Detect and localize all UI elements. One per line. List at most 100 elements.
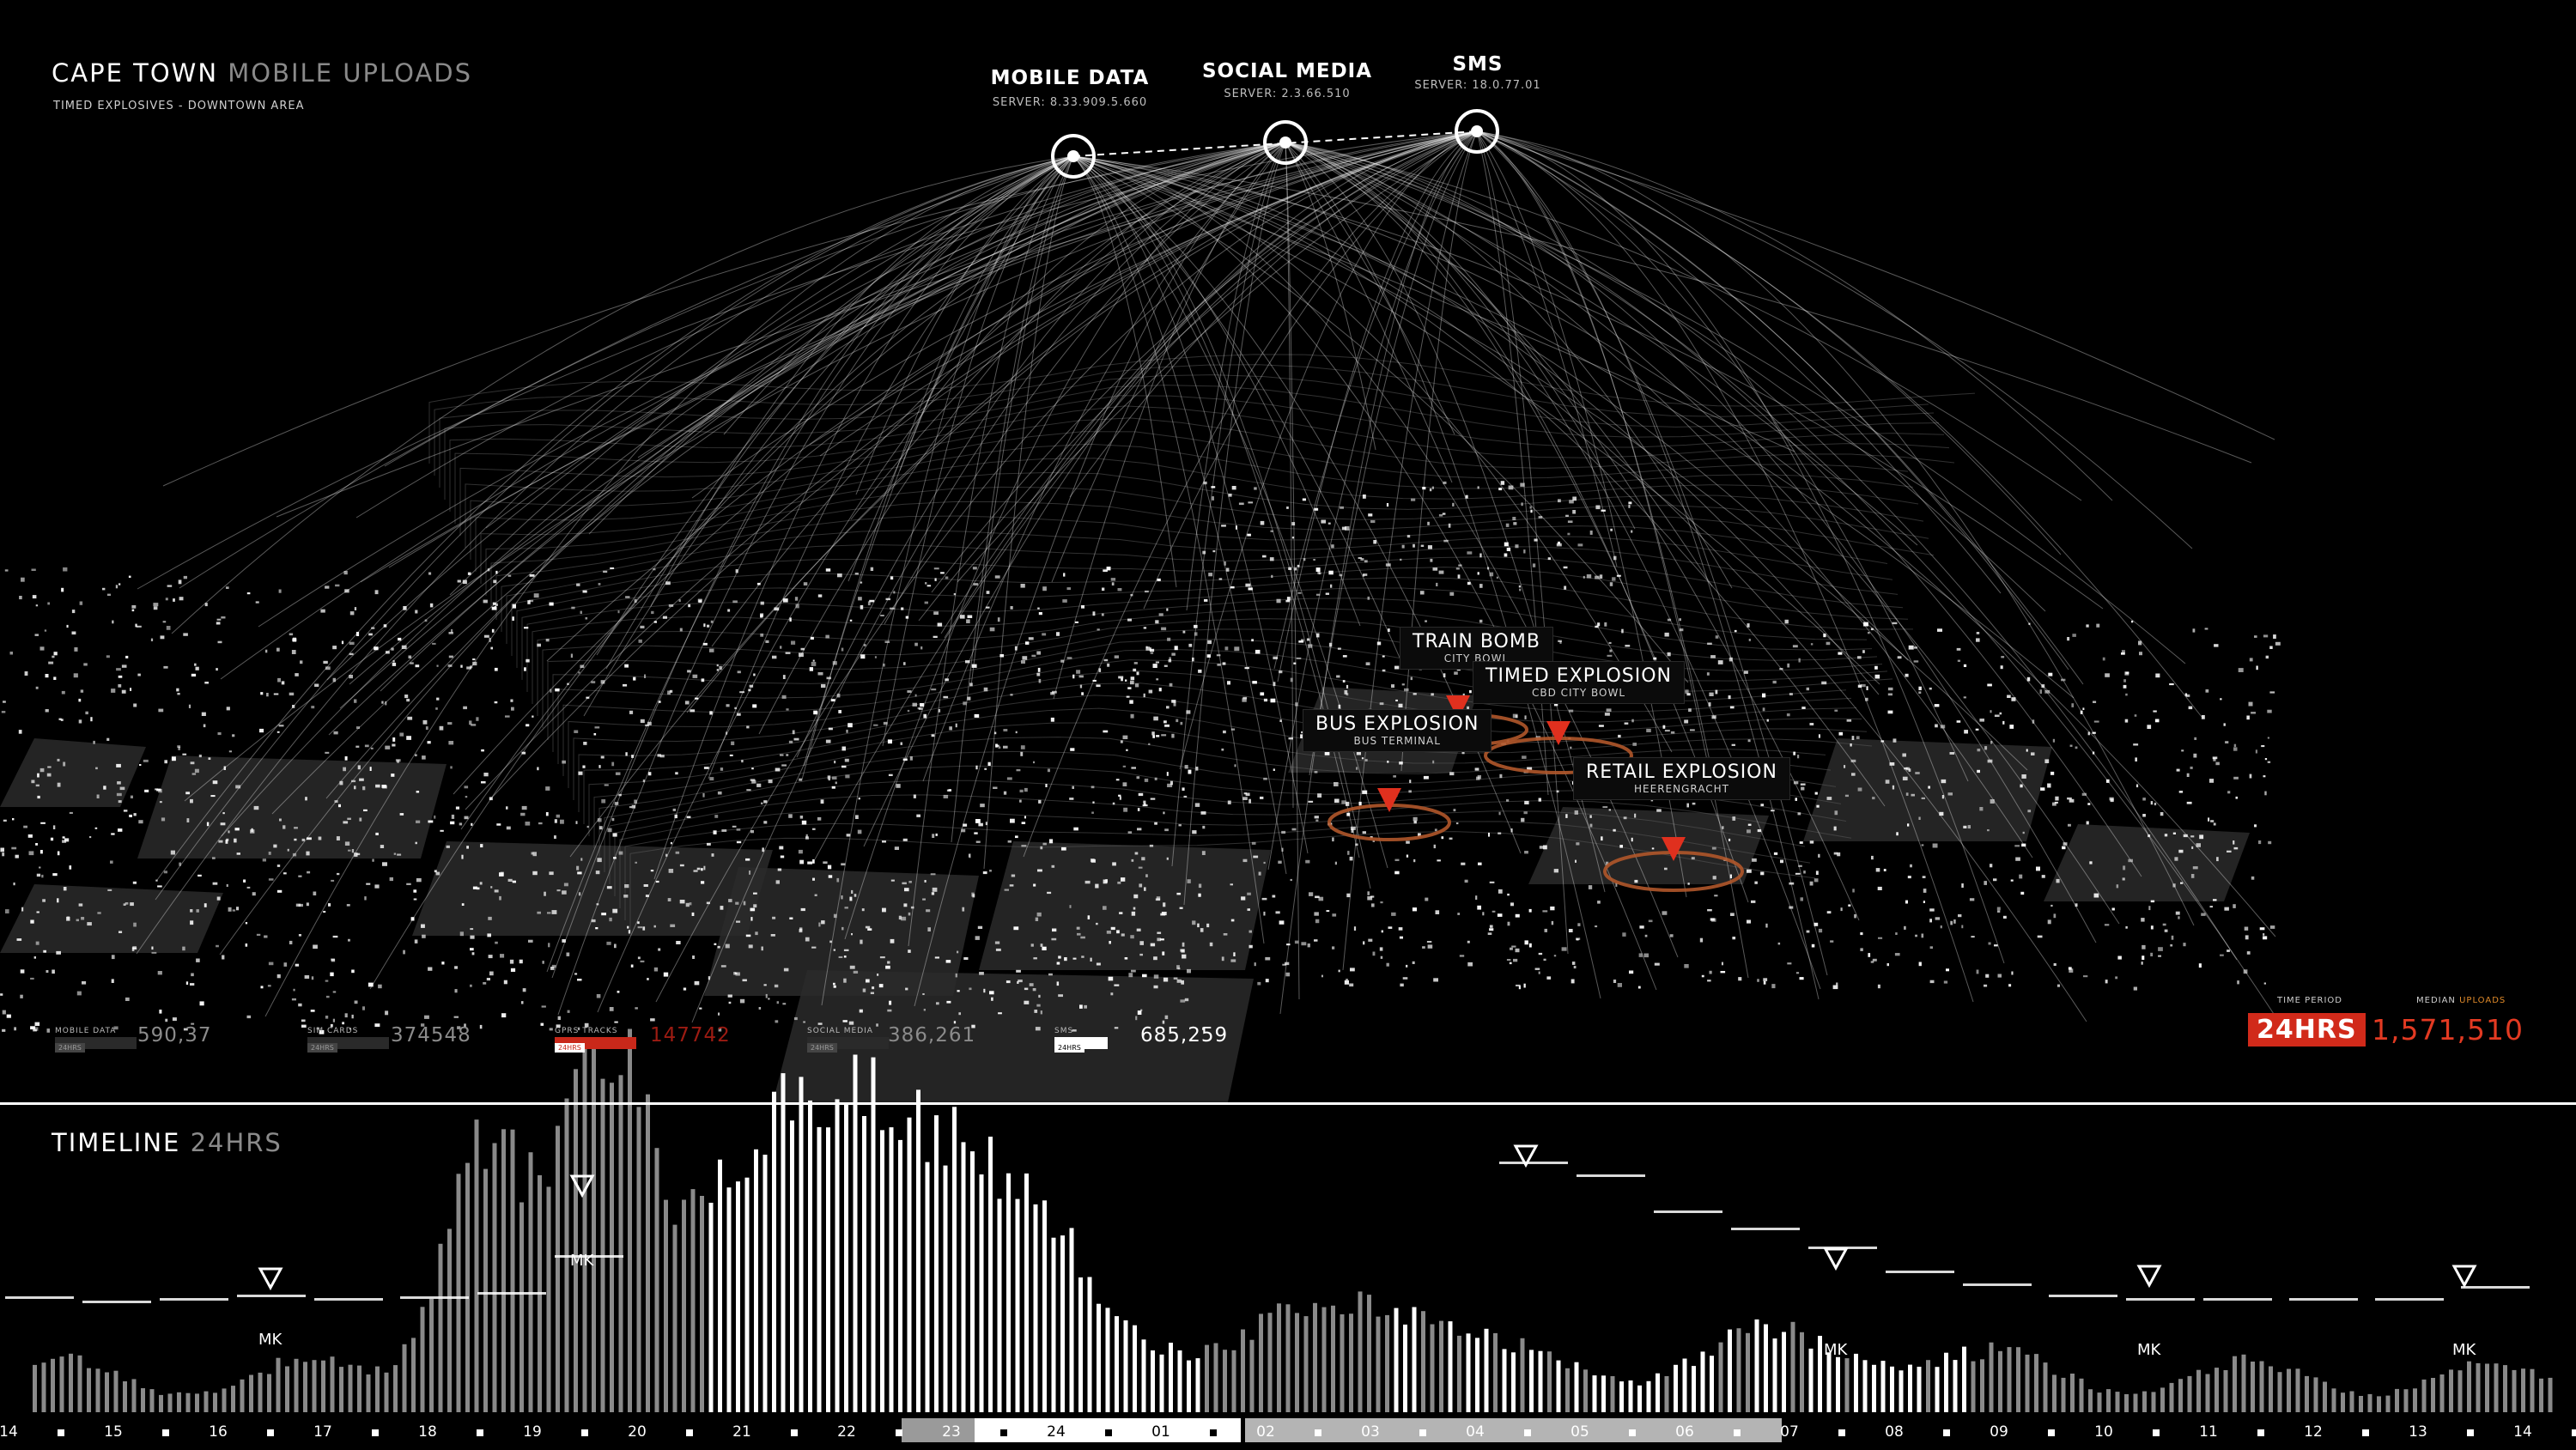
stat-mobile-data[interactable]: MOBILE DATA 24HRS [55,1027,137,1053]
timeline-bar [1385,1314,1389,1412]
stat-gprs-tracks[interactable]: GPRS TRACKS 24HRS [555,1027,636,1053]
timeline-bar [952,1107,957,1412]
city-light-dot [1612,577,1616,581]
city-light-dot [332,991,337,993]
city-light-dot [276,889,283,893]
city-light-dot [1452,502,1455,507]
city-light-dot [2251,876,2255,880]
city-light-dot [1571,979,1575,984]
city-light-dot [1811,943,1815,948]
timeline-hour-label[interactable]: 12 [2304,1423,2323,1441]
city-light-dot [1005,980,1011,984]
city-light-dot [1937,628,1942,632]
city-light-dot [827,775,831,780]
network-link-line [1279,130,1478,1015]
city-light-dot [459,931,464,937]
source-mobile-data-label[interactable]: MOBILE DATA [991,67,1150,89]
timeline-hour-label[interactable]: 02 [1256,1423,1275,1441]
city-light-dot [893,591,896,594]
city-light-dot [725,943,730,949]
timeline-hour-label[interactable]: 11 [2199,1423,2218,1441]
timeline-bar [213,1392,217,1412]
timeline-hour-label[interactable]: 04 [1466,1423,1485,1441]
city-light-dot [975,840,981,843]
city-light-dot [1613,980,1617,983]
timeline-hour-label[interactable]: 14 [2513,1423,2532,1441]
city-light-dot [1567,532,1571,536]
city-light-dot [216,944,219,948]
city-light-dot [1990,710,1992,713]
city-light-dot [630,964,634,968]
city-light-dot [1173,977,1178,980]
city-light-dot [2,852,5,857]
city-light-dot [116,763,121,767]
city-light-dot [555,688,560,692]
timeline-hour-label[interactable]: 20 [628,1423,647,1441]
source-social-media-label[interactable]: SOCIAL MEDIA [1202,60,1372,82]
city-light-dot [52,825,56,829]
stat-sms[interactable]: SMS 24HRS [1054,1027,1108,1053]
city-light-dot [1628,501,1632,505]
city-light-dot [191,773,197,775]
city-light-dot [2188,706,2193,710]
timeline-hour-label[interactable]: 01 [1151,1423,1170,1441]
timeline-hour-label[interactable]: 17 [313,1423,332,1441]
timeline-hour-label[interactable]: 14 [0,1423,18,1441]
city-light-dot [692,956,695,959]
incident-callout-retail-explosion[interactable]: RETAIL EXPLOSION HEERENGRACHT [1573,757,1790,800]
city-light-dot [1711,846,1716,850]
city-light-dot [890,879,895,882]
city-light-dot [1136,928,1141,931]
city-light-dot [399,813,404,816]
timeline-bar [1006,1173,1011,1412]
timeline-hour-label[interactable]: 07 [1780,1423,1799,1441]
city-light-dot [598,583,601,585]
city-light-dot [1370,519,1376,524]
city-light-dot [217,732,222,736]
timeline-hour-label[interactable]: 06 [1675,1423,1694,1441]
timeline-hour-label[interactable]: 09 [1990,1423,2008,1441]
city-light-dot [1036,1004,1041,1007]
city-light-dot [1918,691,1922,694]
source-sms-label[interactable]: SMS [1452,53,1503,76]
city-light-dot [1217,664,1221,666]
city-light-dot [1033,761,1036,764]
timeline-hour-label[interactable]: 13 [2409,1423,2427,1441]
timeline-hour-label[interactable]: 10 [2094,1423,2113,1441]
timeline-hour-label[interactable]: 03 [1361,1423,1380,1441]
source-node-core [1067,150,1079,162]
timeline-hour-label[interactable]: 22 [837,1423,856,1441]
stat-sim-cards[interactable]: SIM CARDS 24HRS [307,1027,389,1053]
incident-callout-bus-explosion[interactable]: BUS EXPLOSION BUS TERMINAL [1303,709,1492,752]
city-light-dot [1438,570,1444,574]
timeline-hour-label[interactable]: 24 [1047,1423,1066,1441]
timeline-hour-label[interactable]: 21 [732,1423,751,1441]
network-link-line [1476,130,2275,440]
stat-social-media[interactable]: SOCIAL MEDIA 24HRS [807,1027,889,1053]
city-light-dot [1538,952,1543,956]
timeline-hour-label[interactable]: 19 [523,1423,542,1441]
timeline-hour-label[interactable]: 16 [209,1423,228,1441]
city-light-dot [901,916,907,921]
city-light-dot [582,765,586,768]
city-light-dot [301,838,305,841]
timeline-hour-axis[interactable]: 14 15 16 17 18 19 20 21 22 23 24 01 02 03 04 05 06 07 08 09… [0,1417,2576,1447]
city-light-dot [511,707,514,711]
timeline-hour-label[interactable]: 15 [104,1423,123,1441]
timeline-hour-label[interactable]: 18 [418,1423,437,1441]
city-light-dot [728,1001,732,1004]
timeline-hour-label[interactable]: 08 [1885,1423,1904,1441]
city-light-dot [185,981,189,985]
timeline-bar [393,1365,398,1412]
city-light-dot [793,1016,798,1021]
city-light-dot [529,599,534,603]
timeline-hour-label[interactable]: 05 [1571,1423,1589,1441]
time-period-badge[interactable]: 24HRS [2248,1013,2366,1047]
timeline-hour-label[interactable]: 23 [942,1423,961,1441]
city-light-dot [1564,585,1567,590]
incident-callout-timed-explosion[interactable]: TIMED EXPLOSION CBD CITY BOWL [1473,661,1685,704]
city-light-dot [1091,786,1095,789]
city-light-dot [858,597,862,601]
city-light-dot [900,742,902,745]
city-light-dot [273,844,277,848]
